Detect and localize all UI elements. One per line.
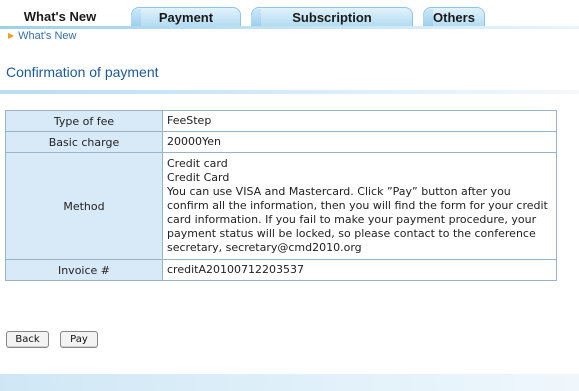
table-row: Basic charge 20000Yen [5,131,557,153]
title-divider [0,90,579,94]
pay-button[interactable]: Pay [60,331,98,348]
tab-others[interactable]: Others [423,7,485,26]
payment-summary-table: Type of fee FeeStep Basic charge 20000Ye… [5,110,557,281]
tab-label: Subscription [292,10,372,25]
row-label-method: Method [5,152,163,260]
method-type: Credit card [167,157,228,170]
row-value-type-of-fee: FeeStep [162,110,557,132]
bullet-arrow-icon: ▶ [8,31,15,40]
row-label-type-of-fee: Type of fee [5,110,163,132]
table-row: Invoice # creditA20100712203537 [5,259,557,281]
breadcrumb: ▶ What's New [8,30,77,42]
method-subtype: Credit Card [167,171,230,184]
tab-bar: What's New Payment Subscription Others [0,0,579,30]
footer-band [0,374,579,391]
table-row: Type of fee FeeStep [5,110,557,132]
tab-label: What's New [23,9,97,24]
breadcrumb-link[interactable]: What's New [18,30,76,42]
tab-label: Others [433,10,475,25]
tab-payment[interactable]: Payment [131,7,241,26]
table-row: Method Credit card Credit Card You can u… [5,152,557,260]
method-description: You can use VISA and Mastercard. Click ”… [167,185,548,254]
tab-underline [0,26,579,29]
tab-subscription[interactable]: Subscription [251,7,413,26]
tab-label: Payment [158,10,214,25]
back-button[interactable]: Back [6,331,49,348]
tab-whats-new[interactable]: What's New [5,7,115,26]
row-value-method: Credit card Credit Card You can use VISA… [162,152,557,260]
row-value-invoice: creditA20100712203537 [162,259,557,281]
row-value-basic-charge: 20000Yen [162,131,557,153]
row-label-basic-charge: Basic charge [5,131,163,153]
page-title: Confirmation of payment [6,64,159,80]
row-label-invoice: Invoice # [5,259,163,281]
